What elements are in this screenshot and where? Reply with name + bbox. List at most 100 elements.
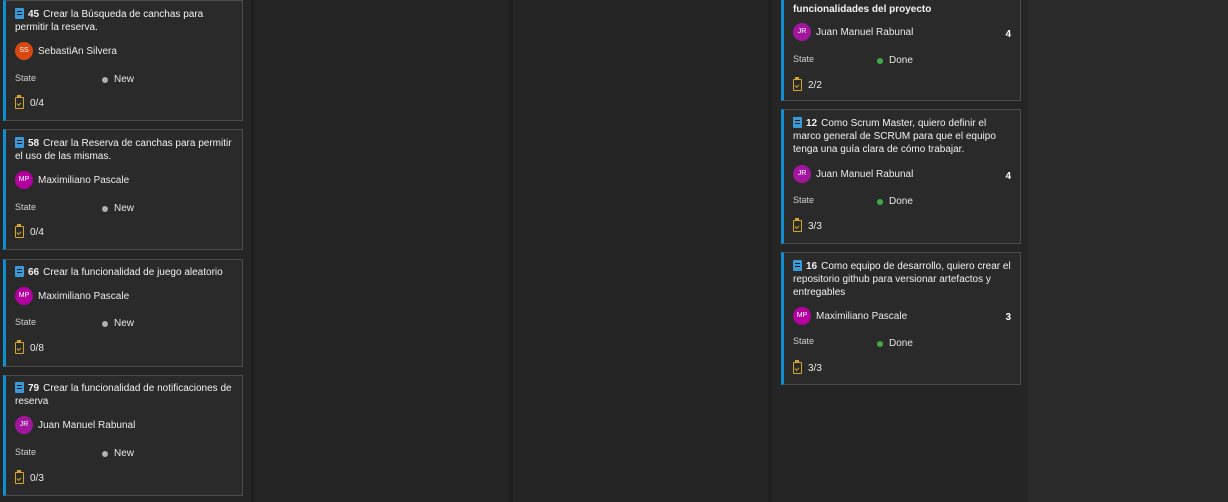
assignee-name: Maximiliano Pascale xyxy=(38,174,130,186)
state-label: State xyxy=(15,317,37,327)
task-progress[interactable]: 0/4 xyxy=(15,95,44,109)
avatar: MP xyxy=(793,307,811,325)
card-title-text[interactable]: funcionalidades del proyecto xyxy=(793,3,1012,16)
assignee[interactable]: JR Juan Manuel Rabunal xyxy=(793,23,913,41)
backlog-item-icon xyxy=(15,266,24,277)
state-label: State xyxy=(793,54,815,64)
card-id: 66 xyxy=(28,267,40,278)
card-title-text: Como Scrum Master, quiero definir el mar… xyxy=(793,118,996,155)
state-dot xyxy=(877,57,883,64)
work-item-card[interactable]: 12 Como Scrum Master, quiero definir el m… xyxy=(781,109,1021,244)
state-field[interactable]: New xyxy=(102,318,134,329)
assignee-name: Juan Manuel Rabunal xyxy=(816,168,914,180)
board-background xyxy=(1028,0,1228,502)
state-value: Done xyxy=(889,338,913,349)
task-checklist-icon xyxy=(15,340,24,354)
card-id: 58 xyxy=(28,138,40,149)
card-id: 12 xyxy=(806,118,818,129)
assignee[interactable]: MP Maximiliano Pascale xyxy=(15,171,129,189)
task-progress[interactable]: 0/4 xyxy=(15,224,44,238)
state-value: New xyxy=(114,448,135,459)
card-title[interactable]: 12 Como Scrum Master, quiero definir el m… xyxy=(793,117,1012,156)
state-dot xyxy=(877,198,883,205)
assignee[interactable]: MP Maximiliano Pascale xyxy=(15,287,129,305)
assignee[interactable]: JR Juan Manuel Rabunal xyxy=(793,165,913,183)
task-count: 0/4 xyxy=(30,97,44,109)
backlog-item-icon xyxy=(793,260,802,271)
state-field[interactable]: New xyxy=(102,448,134,459)
state-label: State xyxy=(793,336,815,346)
effort-value: 3 xyxy=(1005,312,1011,323)
assignee-name: Juan Manuel Rabunal xyxy=(38,419,136,431)
task-checklist-icon xyxy=(15,224,24,238)
state-field[interactable]: Done xyxy=(877,55,913,66)
card-title-text: Crear la Búsqueda de canchas para permit… xyxy=(15,9,204,33)
task-count: 0/3 xyxy=(30,472,44,484)
assignee-name: Juan Manuel Rabunal xyxy=(816,26,914,38)
state-label: State xyxy=(15,447,37,457)
state-value: New xyxy=(114,318,135,329)
work-item-card[interactable]: 79 Crear la funcionalidad de notificacion… xyxy=(3,375,243,496)
task-checklist-icon xyxy=(15,95,24,109)
work-item-card[interactable]: 66 Crear la funcionalidad de juego aleato… xyxy=(3,259,243,367)
state-label: State xyxy=(793,195,815,205)
board-column-new: 45 Crear la Búsqueda de canchas para perm… xyxy=(0,0,251,502)
task-checklist-icon xyxy=(793,218,802,232)
board-column-done: funcionalidades del proyecto JR Juan Man… xyxy=(772,0,1028,502)
card-id: 16 xyxy=(806,261,818,272)
task-count: 0/4 xyxy=(30,226,44,238)
avatar: JR xyxy=(793,165,811,183)
task-progress[interactable]: 2/2 xyxy=(793,77,822,91)
avatar: SS xyxy=(15,42,33,60)
assignee-name: SebastiAn Silvera xyxy=(38,45,117,57)
avatar: MP xyxy=(15,287,33,305)
backlog-item-icon xyxy=(15,8,24,19)
card-title-text: Como equipo de desarrollo, quiero crear … xyxy=(793,261,1011,298)
work-item-card[interactable]: 58 Crear la Reserva de canchas para permi… xyxy=(3,129,243,250)
state-value: New xyxy=(114,203,135,214)
card-title[interactable]: 79 Crear la funcionalidad de notificacion… xyxy=(15,382,234,408)
assignee[interactable]: SS SebastiAn Silvera xyxy=(15,42,117,60)
work-item-card[interactable]: 45 Crear la Búsqueda de canchas para perm… xyxy=(3,0,243,121)
card-title[interactable]: 58 Crear la Reserva de canchas para permi… xyxy=(15,137,234,163)
avatar: JR xyxy=(793,23,811,41)
state-field[interactable]: New xyxy=(102,203,134,214)
task-count: 3/3 xyxy=(808,362,822,374)
avatar: JR xyxy=(15,416,33,434)
backlog-item-icon xyxy=(793,117,802,128)
work-item-card[interactable]: funcionalidades del proyecto JR Juan Man… xyxy=(781,0,1021,101)
task-progress[interactable]: 0/8 xyxy=(15,340,44,354)
board-column-empty-1 xyxy=(254,0,509,502)
task-count: 2/2 xyxy=(808,79,822,91)
assignee[interactable]: JR Juan Manuel Rabunal xyxy=(15,416,135,434)
state-field[interactable]: Done xyxy=(877,196,913,207)
assignee-name: Maximiliano Pascale xyxy=(816,310,908,322)
state-value: New xyxy=(114,74,135,85)
state-dot xyxy=(102,76,108,83)
backlog-item-icon xyxy=(15,382,24,393)
task-progress[interactable]: 3/3 xyxy=(793,360,822,374)
task-checklist-icon xyxy=(793,360,802,374)
backlog-item-icon xyxy=(15,137,24,148)
card-title[interactable]: 45 Crear la Búsqueda de canchas para perm… xyxy=(15,8,234,34)
state-field[interactable]: Done xyxy=(877,338,913,349)
work-item-card[interactable]: 16 Como equipo de desarrollo, quiero crea… xyxy=(781,252,1021,385)
state-dot xyxy=(877,340,883,347)
state-label: State xyxy=(15,73,37,83)
card-id: 45 xyxy=(28,9,40,20)
state-value: Done xyxy=(889,55,913,66)
assignee[interactable]: MP Maximiliano Pascale xyxy=(793,307,907,325)
avatar: MP xyxy=(15,171,33,189)
board-column-empty-2 xyxy=(513,0,768,502)
state-field[interactable]: New xyxy=(102,74,134,85)
task-progress[interactable]: 3/3 xyxy=(793,218,822,232)
state-dot xyxy=(102,450,108,457)
card-title-text: Crear la funcionalidad de notificaciones… xyxy=(15,383,232,407)
task-progress[interactable]: 0/3 xyxy=(15,470,44,484)
assignee-name: Maximiliano Pascale xyxy=(38,290,130,302)
card-id: 79 xyxy=(28,383,40,394)
card-title[interactable]: 16 Como equipo de desarrollo, quiero crea… xyxy=(793,260,1012,299)
effort-value: 4 xyxy=(1005,29,1011,40)
card-title[interactable]: 66 Crear la funcionalidad de juego aleato… xyxy=(15,266,234,279)
state-dot xyxy=(102,320,108,327)
